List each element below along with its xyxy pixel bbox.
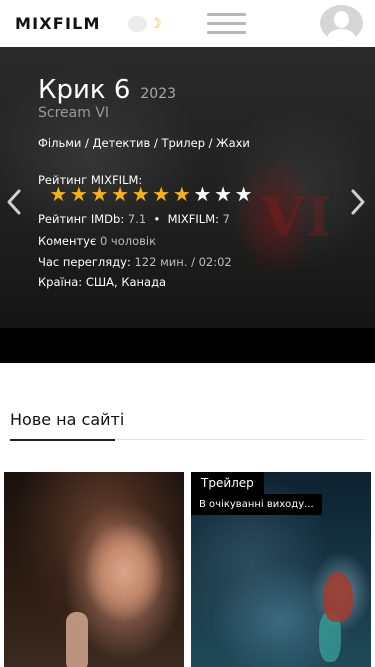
movie-card[interactable]: Трейлер В очікуванні виходу... [191,472,371,667]
movie-title[interactable]: Крик 6 [38,75,130,105]
movie-genres[interactable]: Фільми / Детектив / Трилер / Жахи [38,136,250,150]
site-logo[interactable]: MIXFILM [15,14,101,33]
star-filled-icon[interactable]: ★ [130,184,151,206]
mixfilm-label: MIXFILM: [167,212,219,226]
comments-line: Коментує 0 чоловік [38,234,156,248]
avatar-body [327,29,356,41]
hero-slider[interactable]: VI Крик 6 2023 Scream VI Фільми / Детекти… [0,47,375,363]
country-value: США, Канада [85,275,167,289]
star-empty-icon[interactable]: ★ [233,184,254,206]
poster-backdrop-art: VI [262,185,334,249]
runtime-label: Час перегляду: [38,255,131,269]
burger-line [207,31,246,34]
comments-label: Коментує [38,234,97,248]
trailer-badge: Трейлер [191,472,264,494]
star-filled-icon[interactable]: ★ [48,184,69,206]
comments-value: 0 чоловік [99,234,157,248]
upcoming-badge: В очікуванні виходу... [191,494,322,515]
movie-title-row: Крик 6 2023 [38,75,176,105]
top-header: MIXFILM ☽ [0,0,375,47]
country-line: Країна: США, Канада [38,275,166,289]
poster-art [323,572,353,622]
star-filled-icon[interactable]: ★ [172,184,193,206]
burger-line [207,22,246,25]
user-avatar-icon[interactable] [320,5,363,41]
movie-original-title: Scream VI [38,105,110,121]
movie-year: 2023 [140,86,177,102]
imdb-label: Рейтинг IMDb: [38,212,125,226]
star-empty-icon[interactable]: ★ [192,184,213,206]
burger-line [207,13,246,16]
movie-card[interactable] [4,472,184,667]
theme-toggle[interactable]: ☽ [128,15,168,33]
star-empty-icon[interactable]: ★ [213,184,234,206]
section-divider-accent [10,439,115,441]
star-filled-icon[interactable]: ★ [69,184,90,206]
country-label: Країна: [38,275,83,289]
imdb-rating-line: Рейтинг IMDb: 7.1 • MIXFILM: 7 [38,212,230,226]
toggle-knob [128,16,147,32]
imdb-value: 7.1 [127,212,147,226]
poster-art [66,612,88,667]
chevron-right-icon[interactable] [348,187,368,217]
moon-icon: ☽ [149,15,162,31]
avatar-head [334,11,349,28]
separator-dot: • [153,212,161,226]
star-filled-icon[interactable]: ★ [110,184,131,206]
chevron-left-icon[interactable] [4,187,24,217]
runtime-value: 122 мин. / 02:02 [134,255,232,269]
rating-stars[interactable]: ★ ★ ★ ★ ★ ★ ★ ★ ★ ★ [48,184,254,206]
hamburger-icon[interactable] [207,13,246,35]
star-filled-icon[interactable]: ★ [151,184,172,206]
mixfilm-value: 7 [222,212,230,226]
runtime-line: Час перегляду: 122 мин. / 02:02 [38,255,232,269]
section-title-new: Нове на сайті [10,410,125,429]
star-filled-icon[interactable]: ★ [89,184,110,206]
hero-bottom-band [0,328,375,363]
